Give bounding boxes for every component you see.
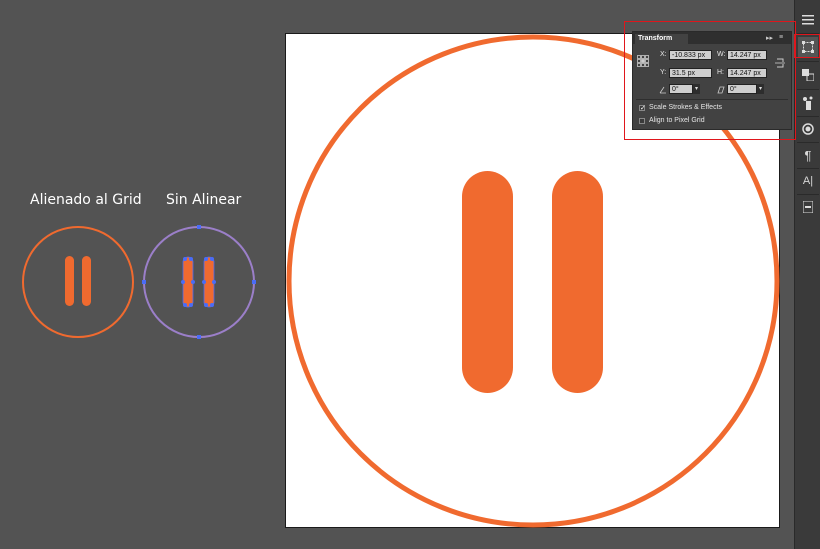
- layers-icon[interactable]: [798, 197, 818, 217]
- appearance-icon[interactable]: [798, 119, 818, 139]
- character-icon[interactable]: A|: [798, 171, 818, 191]
- unaligned-pause-icon: [142, 225, 256, 339]
- panel-dock: ¶ A|: [794, 0, 820, 549]
- pause-bar-left: [462, 171, 513, 393]
- aligned-pause-icon: [22, 226, 134, 338]
- pathfinder-icon[interactable]: [798, 65, 818, 85]
- menu-icon[interactable]: [798, 10, 818, 30]
- aligned-label: Alienado al Grid: [30, 192, 142, 208]
- paragraph-icon[interactable]: ¶: [798, 145, 818, 165]
- unaligned-label: Sin Alinear: [166, 192, 242, 208]
- transform-icon-highlight: [794, 34, 820, 58]
- pause-bar-right: [552, 171, 603, 393]
- symbols-icon[interactable]: [798, 93, 818, 113]
- transform-panel-highlight: [624, 21, 796, 140]
